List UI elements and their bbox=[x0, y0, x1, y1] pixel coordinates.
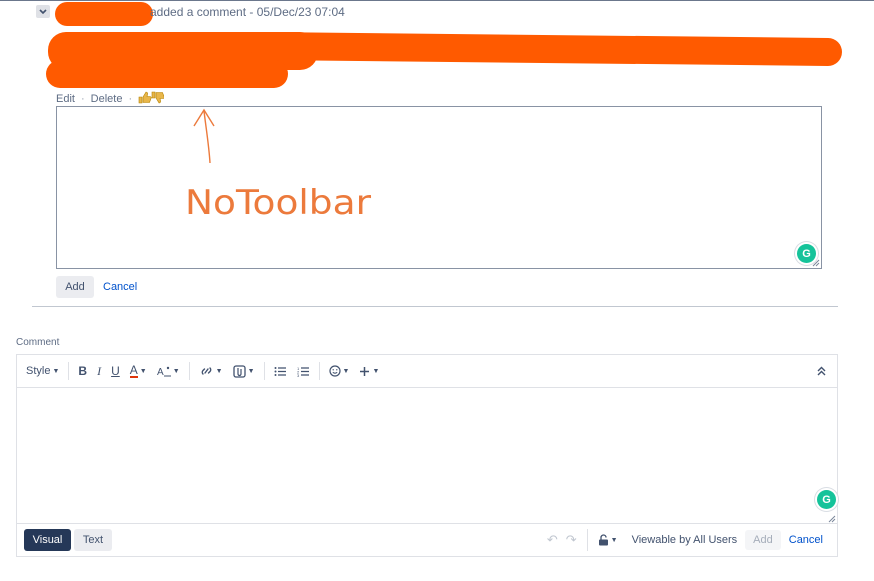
redo-icon[interactable]: ↷ bbox=[566, 532, 577, 548]
redaction-comment-line-3 bbox=[46, 60, 288, 88]
insert-more-dropdown[interactable]: ▼ bbox=[354, 360, 384, 382]
italic-icon: I bbox=[97, 363, 102, 378]
attachment-icon bbox=[232, 364, 246, 378]
top-divider bbox=[0, 0, 874, 1]
delete-comment-link[interactable]: Delete bbox=[91, 93, 123, 105]
bold-button[interactable]: B bbox=[73, 360, 92, 382]
style-dropdown[interactable]: Style ▼ bbox=[21, 360, 64, 382]
chevron-down-icon: ▼ bbox=[139, 367, 147, 375]
edit-comment-link[interactable]: Edit bbox=[56, 93, 75, 105]
resize-handle-icon[interactable] bbox=[828, 515, 836, 523]
comment-meta: added a comment - 05/Dec/23 07:04 bbox=[150, 5, 345, 19]
editor-footer: Visual Text ↶ ↷ ▼ Viewable by All Users … bbox=[17, 523, 837, 556]
underline-button[interactable]: U bbox=[106, 360, 125, 382]
bold-icon: B bbox=[78, 364, 88, 378]
text-color-icon: A bbox=[129, 362, 138, 378]
bullet-list-button[interactable] bbox=[269, 360, 292, 382]
comment-actions: Edit · Delete · bbox=[56, 91, 165, 107]
numbered-list-icon: 123 bbox=[297, 366, 309, 377]
visibility-dropdown[interactable]: ▼ bbox=[598, 534, 618, 546]
comment-label: Comment bbox=[16, 337, 60, 348]
underline-icon: U bbox=[111, 364, 120, 378]
link-icon bbox=[201, 367, 212, 375]
reply-cancel-link[interactable]: Cancel bbox=[103, 281, 137, 293]
numbered-list-button[interactable]: 123 bbox=[292, 360, 315, 382]
collapse-toolbar-button[interactable] bbox=[812, 360, 831, 382]
bullet-list-icon bbox=[274, 366, 286, 376]
chevron-down-icon: ▼ bbox=[247, 367, 255, 375]
chevron-down-icon: ▼ bbox=[342, 367, 350, 375]
action-separator: · bbox=[128, 93, 133, 105]
toolbar-separator bbox=[68, 362, 70, 380]
comment-cancel-link[interactable]: Cancel bbox=[789, 534, 823, 546]
visual-mode-tab[interactable]: Visual bbox=[24, 529, 71, 551]
svg-text:A: A bbox=[157, 367, 164, 377]
thumbs-up-down-icon bbox=[138, 91, 165, 104]
toolbar-separator bbox=[318, 362, 320, 380]
section-divider bbox=[32, 306, 838, 307]
redaction-author bbox=[55, 2, 153, 26]
double-chevron-up-icon bbox=[817, 366, 826, 376]
unlock-icon bbox=[598, 534, 608, 546]
comment-editor: Style ▼ B I U A ▼ A ▼ ▼ ▼ 123 ▼ ▼ G Visu… bbox=[16, 354, 838, 557]
comment-add-button[interactable]: Add bbox=[745, 530, 781, 550]
collapse-comment-button[interactable] bbox=[36, 5, 50, 18]
svg-text:3: 3 bbox=[297, 373, 300, 377]
chevron-down-icon: ▼ bbox=[215, 367, 223, 375]
reaction-thumbs-icon[interactable] bbox=[138, 91, 165, 107]
annotation-arrow-icon: NoToolbar bbox=[185, 108, 371, 223]
annotation-text: NoToolbar bbox=[185, 183, 371, 223]
reply-add-button[interactable]: Add bbox=[56, 276, 94, 298]
reply-textarea[interactable]: G bbox=[56, 106, 822, 269]
undo-icon[interactable]: ↶ bbox=[547, 532, 558, 548]
chevron-down-icon: ▼ bbox=[172, 367, 180, 375]
text-color-dropdown[interactable]: A ▼ bbox=[125, 360, 152, 382]
italic-button[interactable]: I bbox=[92, 360, 106, 382]
editor-toolbar: Style ▼ B I U A ▼ A ▼ ▼ ▼ 123 ▼ ▼ bbox=[17, 355, 837, 388]
action-separator: · bbox=[80, 93, 85, 105]
redaction-comment-line-2 bbox=[249, 31, 843, 67]
chevron-down-icon bbox=[39, 8, 47, 14]
text-mode-tab[interactable]: Text bbox=[74, 529, 112, 551]
toolbar-separator bbox=[263, 362, 265, 380]
link-dropdown[interactable]: ▼ bbox=[194, 360, 228, 382]
comment-text-area[interactable]: G bbox=[17, 388, 837, 524]
chevron-down-icon: ▼ bbox=[52, 367, 60, 375]
chevron-down-icon: ▼ bbox=[610, 536, 618, 544]
plus-icon bbox=[360, 366, 370, 376]
emoji-icon bbox=[328, 365, 341, 377]
footer-actions: ↶ ↷ ▼ Viewable by All Users Add Cancel bbox=[547, 524, 823, 556]
chevron-down-icon: ▼ bbox=[372, 367, 380, 375]
visibility-label: Viewable by All Users bbox=[631, 534, 738, 546]
style-label: Style bbox=[26, 365, 51, 377]
text-format-dropdown[interactable]: A ▼ bbox=[152, 360, 185, 382]
attachment-dropdown[interactable]: ▼ bbox=[228, 360, 260, 382]
text-format-icon: A bbox=[157, 366, 171, 377]
emoji-dropdown[interactable]: ▼ bbox=[324, 360, 355, 382]
footer-separator bbox=[586, 529, 588, 551]
resize-handle-icon[interactable] bbox=[812, 259, 820, 267]
toolbar-separator bbox=[188, 362, 190, 380]
grammarly-icon[interactable]: G bbox=[817, 490, 836, 509]
